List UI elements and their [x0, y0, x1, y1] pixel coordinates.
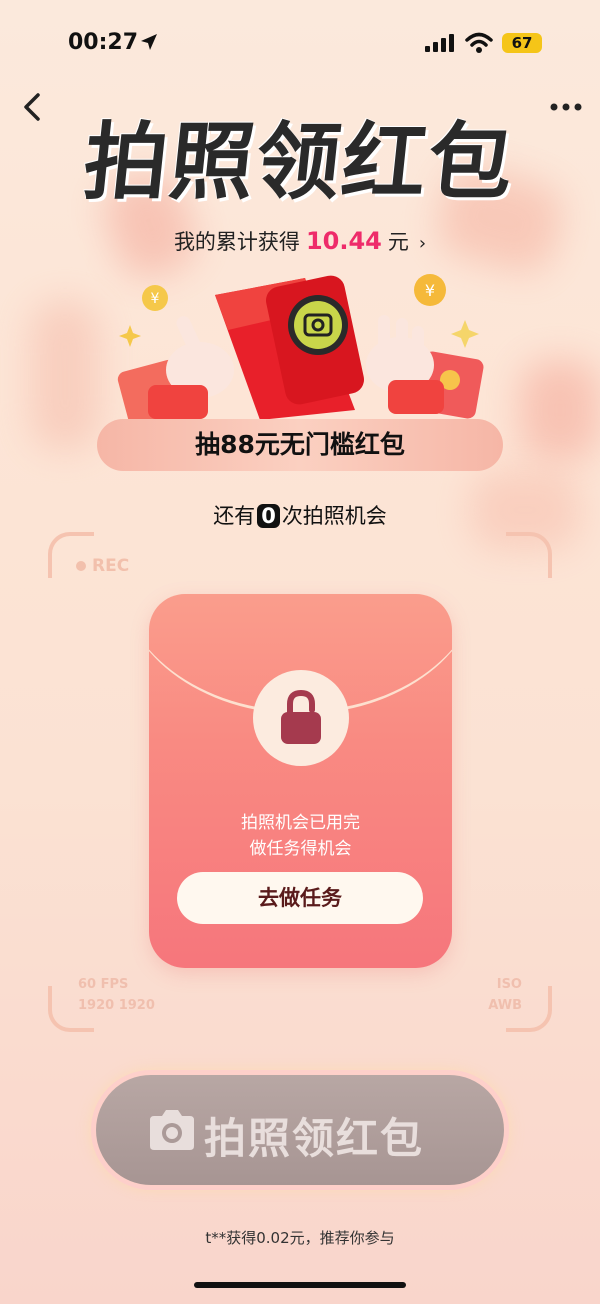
iso-label: ISO — [496, 977, 522, 992]
chances-suffix: 次拍照机会 — [281, 504, 387, 528]
viewfinder-corner — [506, 532, 552, 578]
lock-icon — [281, 689, 321, 744]
earnings-amount: 10.44 — [305, 227, 382, 255]
chevron-right-icon: › — [418, 233, 427, 254]
locked-red-envelope-card: 拍照机会已用完 做任务得机会 去做任务 — [149, 594, 452, 968]
chances-prefix: 还有 — [213, 504, 256, 528]
camera-info-right: ISO AWB — [470, 974, 522, 1016]
location-arrow-icon — [141, 34, 157, 50]
earnings-label: 我的累计获得 — [173, 230, 300, 254]
bg-blur — [30, 300, 100, 450]
chances-count: 0 — [257, 504, 280, 528]
status-time: 00:27 — [68, 30, 139, 55]
take-photo-button[interactable]: 拍照领红包 — [96, 1075, 504, 1185]
rec-dot-icon — [76, 561, 86, 571]
rec-indicator: REC — [76, 556, 129, 576]
wifi-icon — [465, 32, 493, 53]
camera-info-left: 60 FPS 1920 1920 — [78, 974, 155, 1016]
page-title: 拍照领红包 — [79, 113, 520, 211]
reward-ticker: t**获得0.02元，推荐你参与 — [205, 1229, 395, 1247]
red-envelope-hands-illustration: ¥ ¥ — [117, 274, 484, 426]
camera-icon — [150, 1110, 194, 1150]
lock-badge — [253, 670, 349, 766]
awb-label: AWB — [488, 998, 522, 1013]
remaining-chances: 还有 0 次拍照机会 — [0, 500, 600, 530]
status-bar: 00:27 67 — [0, 0, 600, 88]
do-task-hint-text: 做任务得机会 — [249, 839, 352, 859]
fps-label: 60 FPS — [78, 977, 129, 992]
chances-used-up-text: 拍照机会已用完 — [241, 813, 360, 833]
bg-blur — [520, 360, 600, 460]
battery-indicator: 67 — [502, 33, 542, 53]
home-indicator — [194, 1282, 406, 1288]
lucky-draw-banner[interactable]: 抽88元无门槛红包 — [97, 419, 503, 471]
rec-label: REC — [92, 556, 130, 576]
do-task-button[interactable]: 去做任务 — [177, 872, 423, 924]
earnings-summary[interactable]: 我的累计获得 10.44 元 › — [0, 226, 600, 256]
take-photo-label: 拍照领红包 — [204, 1114, 425, 1163]
cellular-signal-icon — [425, 34, 454, 52]
resolution-label: 1920 1920 — [78, 998, 155, 1013]
svg-text:¥: ¥ — [151, 291, 160, 307]
svg-text:¥: ¥ — [425, 281, 435, 300]
earnings-unit: 元 — [387, 230, 409, 254]
